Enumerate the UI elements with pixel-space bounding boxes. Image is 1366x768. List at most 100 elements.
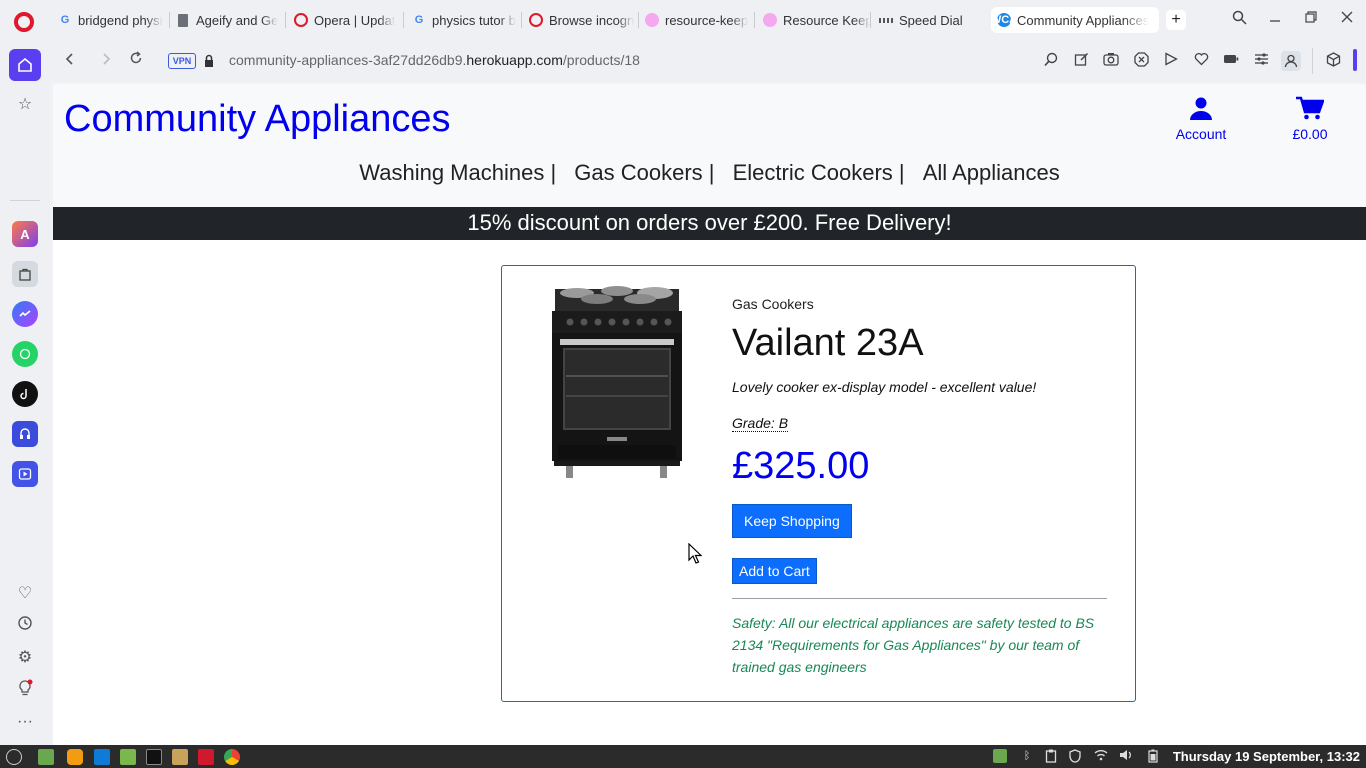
- history-icon[interactable]: [14, 615, 36, 637]
- new-tab-button[interactable]: +: [1166, 10, 1186, 30]
- product-grade[interactable]: Grade: B: [732, 415, 789, 432]
- show-desktop-icon[interactable]: [38, 749, 54, 765]
- lock-icon[interactable]: [204, 54, 214, 68]
- back-icon[interactable]: [60, 51, 80, 71]
- extensions-cube-icon[interactable]: [1324, 52, 1342, 70]
- nav-gas-cookers[interactable]: Gas Cookers |: [574, 160, 714, 185]
- promo-banner: 15% discount on orders over £200. Free D…: [53, 207, 1366, 240]
- shield-icon[interactable]: [1068, 749, 1082, 763]
- aria-icon[interactable]: A: [12, 221, 38, 247]
- easy-setup-icon[interactable]: [1252, 52, 1270, 70]
- vscode-icon[interactable]: [94, 749, 110, 765]
- whatsapp-icon[interactable]: [12, 341, 38, 367]
- vpn-badge[interactable]: VPN: [168, 53, 196, 69]
- battery-saver-icon[interactable]: [1222, 52, 1240, 70]
- wifi-icon[interactable]: [1094, 749, 1108, 763]
- tab-title: bridgend physi: [78, 12, 163, 28]
- tab-bridgend[interactable]: G bridgend physi: [58, 8, 170, 32]
- send-flow-icon[interactable]: [1162, 52, 1180, 70]
- pink-circle-icon: [645, 13, 659, 27]
- address-bar: VPN community-appliances-3af27dd26db9.he…: [50, 40, 1366, 82]
- more-options-icon[interactable]: ···: [14, 711, 36, 733]
- main-navigation: Washing Machines | Gas Cookers | Electri…: [53, 160, 1366, 186]
- tab-title: Community Appliances: [1017, 12, 1150, 28]
- battery-icon[interactable]: [1146, 749, 1160, 763]
- tiktok-icon[interactable]: [12, 381, 38, 407]
- messenger-icon[interactable]: [12, 301, 38, 327]
- keep-shopping-button[interactable]: Keep Shopping: [732, 504, 852, 538]
- url-field[interactable]: community-appliances-3af27dd26db9.heroku…: [229, 52, 640, 68]
- product-price: £325.00: [732, 445, 870, 487]
- tab-title: Browse incogn: [549, 12, 635, 28]
- tab-resource-keep-1[interactable]: resource-keep: [645, 8, 755, 32]
- bluetooth-icon[interactable]: ᛒ: [1020, 749, 1034, 763]
- document-icon: [176, 13, 190, 27]
- heart-icon[interactable]: [1192, 52, 1210, 70]
- tab-resource-keep-2[interactable]: Resource Keep: [763, 8, 871, 32]
- tab-speed-dial[interactable]: Speed Dial: [879, 8, 985, 32]
- heart-icon[interactable]: ♡: [14, 583, 36, 605]
- google-icon: G: [60, 14, 70, 26]
- volume-icon[interactable]: [1119, 749, 1133, 763]
- add-to-cart-button[interactable]: Add to Cart: [732, 558, 817, 584]
- url-path: /products/18: [562, 52, 640, 68]
- tab-title: resource-keep: [665, 12, 749, 28]
- clock[interactable]: Thursday 19 September, 13:32: [1173, 749, 1360, 764]
- music-player-icon[interactable]: [12, 421, 38, 447]
- tab-title: physics tutor b: [432, 12, 516, 28]
- minimize-icon[interactable]: [1265, 10, 1285, 28]
- files-tray-icon[interactable]: [993, 749, 1007, 763]
- site-header: Community Appliances Account £0.00 Washi…: [53, 84, 1366, 207]
- star-icon[interactable]: ☆: [14, 94, 36, 116]
- product-image: [552, 286, 682, 478]
- product-card: Gas Cookers Vailant 23A Lovely cooker ex…: [501, 265, 1136, 702]
- adblock-icon[interactable]: [1132, 52, 1150, 70]
- tab-bar: G bridgend physi Ageify and Ge Opera | U…: [0, 0, 1366, 40]
- chrome-icon[interactable]: [224, 749, 240, 765]
- nav-all-appliances[interactable]: All Appliances: [923, 160, 1060, 185]
- product-name: Vailant 23A: [732, 322, 924, 364]
- close-icon[interactable]: [1337, 10, 1357, 28]
- tab-physics-tutor[interactable]: G physics tutor b: [412, 8, 522, 32]
- firefox-icon[interactable]: [67, 749, 83, 765]
- shopping-bag-icon[interactable]: [12, 261, 38, 287]
- settings-gear-icon[interactable]: ⚙: [14, 647, 36, 669]
- folder-icon[interactable]: [172, 749, 188, 765]
- tab-community-appliances[interactable]: WCA Community Appliances: [991, 7, 1159, 33]
- restore-icon[interactable]: [1301, 10, 1321, 28]
- edit-icon[interactable]: [1072, 52, 1090, 70]
- opera-menu-icon[interactable]: [14, 12, 34, 32]
- find-in-page-icon[interactable]: [1042, 52, 1060, 70]
- url-domain: herokuapp.com: [466, 52, 563, 68]
- browser-sidebar: ☆ A ♡ ⚙ ···: [0, 40, 50, 745]
- shopping-cart-icon: [1296, 96, 1324, 120]
- pink-circle-icon: [763, 13, 777, 27]
- user-icon: [1190, 97, 1212, 120]
- opera-taskbar-icon[interactable]: [198, 749, 214, 765]
- grid-icon: [879, 13, 893, 27]
- sidebar-divider: [10, 200, 40, 201]
- nav-washing-machines[interactable]: Washing Machines |: [359, 160, 556, 185]
- site-title-link[interactable]: Community Appliances: [64, 98, 451, 141]
- tips-lightbulb-icon[interactable]: [14, 679, 36, 701]
- file-manager-icon[interactable]: [120, 749, 136, 765]
- nav-electric-cookers[interactable]: Electric Cookers |: [733, 160, 905, 185]
- snapshot-camera-icon[interactable]: [1102, 52, 1120, 70]
- forward-icon[interactable]: [96, 51, 116, 71]
- account-label: Account: [1175, 126, 1227, 142]
- search-tabs-icon[interactable]: [1229, 10, 1249, 29]
- reload-icon[interactable]: [126, 51, 146, 71]
- cart-link[interactable]: £0.00: [1275, 96, 1345, 142]
- tab-opera-update[interactable]: Opera | Updat: [294, 8, 404, 32]
- home-icon[interactable]: [9, 49, 41, 81]
- tab-title: Speed Dial: [899, 12, 963, 28]
- clipboard-icon[interactable]: [1044, 749, 1058, 763]
- sidebar-toggle-indicator[interactable]: [1353, 49, 1357, 71]
- player-icon[interactable]: [12, 461, 38, 487]
- profile-avatar-icon[interactable]: [1281, 51, 1301, 71]
- start-menu-icon[interactable]: [6, 749, 22, 765]
- tab-browse-incognito[interactable]: Browse incogn: [529, 8, 639, 32]
- tab-ageify[interactable]: Ageify and Ge: [176, 8, 286, 32]
- terminal-icon[interactable]: [146, 749, 162, 765]
- account-link[interactable]: Account: [1166, 96, 1236, 142]
